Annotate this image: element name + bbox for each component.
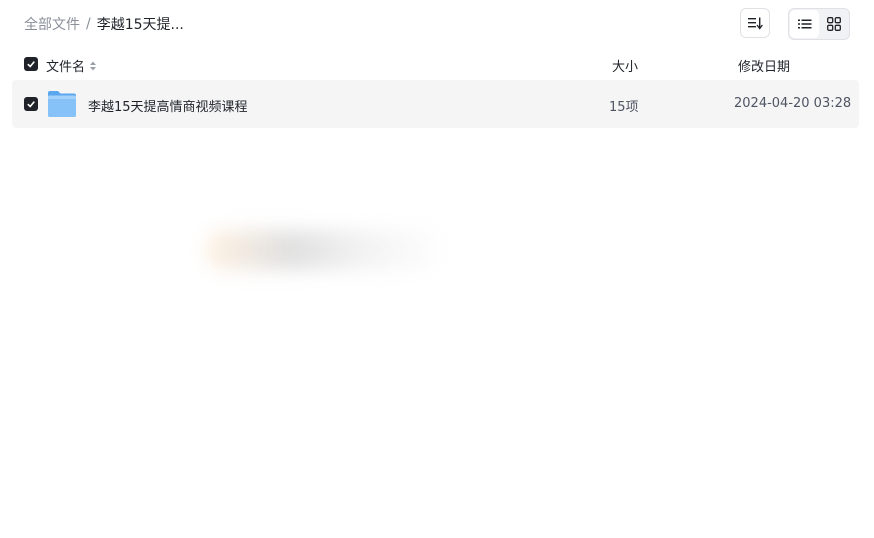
column-header-size: 大小 [612,60,639,75]
blurred-overlay [205,230,450,270]
column-header-modified: 修改日期 [738,60,791,75]
list-view-icon [797,19,811,29]
view-toggle [788,8,850,40]
breadcrumb-separator: / [86,16,91,32]
row-file-name[interactable]: 李越15天提高情商视频课程 [88,96,248,115]
breadcrumb: 全部文件 / 李越15天提... [24,14,184,34]
checkmark-icon [27,101,35,108]
select-all-checkbox[interactable] [24,57,38,71]
sort-arrows-icon [90,61,97,70]
file-browser: 全部文件 / 李越15天提... 文件名 大小 修改日期 李越15天提高情商视频… [0,0,874,538]
sort-icon [748,17,763,30]
grid-view-button[interactable] [819,10,848,38]
breadcrumb-current: 李越15天提... [96,17,184,33]
table-header: 文件名 大小 修改日期 [12,48,859,80]
row-file-size: 15项 [609,100,639,115]
breadcrumb-root[interactable]: 全部文件 [24,14,80,34]
table-row[interactable]: 李越15天提高情商视频课程 15项 2024-04-20 03:28 [12,80,859,128]
grid-view-icon [826,17,841,31]
row-checkbox[interactable] [24,97,38,111]
checkmark-icon [27,61,35,68]
top-bar: 全部文件 / 李越15天提... [0,0,874,48]
list-view-button[interactable] [790,10,819,38]
column-header-name-label: 文件名 [46,60,86,75]
row-modified-date: 2024-04-20 03:28 [734,96,852,111]
column-header-name[interactable]: 文件名 [46,56,97,75]
sort-button[interactable] [740,8,770,38]
folder-icon [48,91,76,117]
